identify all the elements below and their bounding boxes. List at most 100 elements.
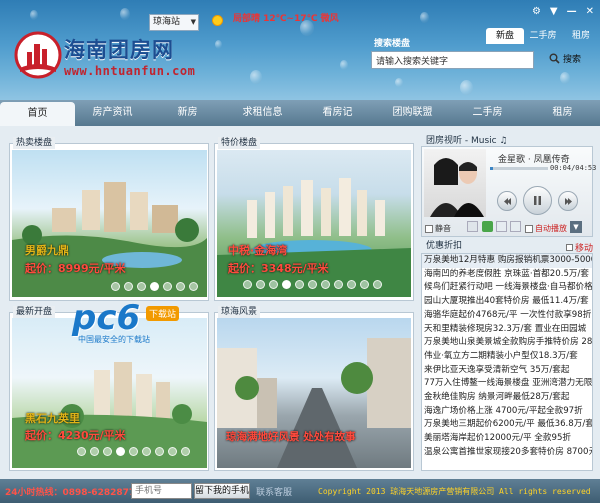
logo-url: www.hntuanfun.com bbox=[64, 64, 196, 78]
news-item[interactable]: 万泉美地山泉美景城全款购房手推特价房 28万 bbox=[422, 336, 592, 350]
news-item[interactable]: 万泉美地12月特惠 购房报销机票3000-5000元 bbox=[422, 254, 592, 268]
news-item[interactable]: 伟业·氧立方二期精装小户型仅18.3万/套 bbox=[422, 350, 592, 364]
playlist-icon[interactable] bbox=[467, 221, 478, 232]
news-item[interactable]: 海逸广场价格上涨 4700元/平起全款97折 bbox=[422, 405, 592, 419]
player-dropdown-icon[interactable]: ▼ bbox=[570, 221, 582, 233]
news-item[interactable]: 美丽塔海岸起价12000元/平 全款95折 bbox=[422, 432, 592, 446]
carousel-dot[interactable] bbox=[269, 280, 278, 289]
search-label: 搜索楼盘 bbox=[374, 39, 411, 49]
footer: 24小时热线：0898-62828777 留下我的手机 联系客服 Copyrig… bbox=[0, 479, 600, 503]
carousel-dot-active[interactable] bbox=[282, 280, 291, 289]
logo-icon bbox=[14, 31, 62, 79]
carousel-dot[interactable] bbox=[176, 282, 185, 291]
singer-illustration bbox=[430, 158, 484, 217]
tab-second-hand[interactable]: 二手房 bbox=[524, 28, 562, 44]
tab-rent[interactable]: 租房 bbox=[562, 28, 600, 44]
shuffle-icon[interactable] bbox=[496, 221, 507, 232]
nav-rent-request[interactable]: 求租信息 bbox=[225, 100, 300, 126]
carousel-dot[interactable] bbox=[129, 447, 138, 456]
carousel-dot[interactable] bbox=[77, 447, 86, 456]
carousel-dot[interactable] bbox=[137, 282, 146, 291]
scenery-panel-title: 琼海风景 bbox=[218, 306, 261, 318]
special-carousel-dots bbox=[243, 280, 382, 289]
mute-label: 静音 bbox=[435, 224, 451, 233]
nav-group-buy[interactable]: 团购联盟 bbox=[375, 100, 450, 126]
scenery-image[interactable] bbox=[217, 318, 411, 468]
carousel-dot[interactable] bbox=[321, 280, 330, 289]
news-item[interactable]: 万泉美地三期起价6200元/平 最低36.8万/套 bbox=[422, 418, 592, 432]
carousel-dot[interactable] bbox=[111, 282, 120, 291]
carousel-dot[interactable] bbox=[142, 447, 151, 456]
news-item[interactable]: 来伊比亚天逸享受清新空气 35万/套起 bbox=[422, 364, 592, 378]
prev-icon bbox=[504, 198, 511, 205]
carousel-dot[interactable] bbox=[360, 280, 369, 289]
news-item[interactable]: 候鸟们赶紧行动吧 一线海景楼盘·自马都价格 bbox=[422, 281, 592, 295]
carousel-dot[interactable] bbox=[373, 280, 382, 289]
contact-service-link[interactable]: 联系客服 bbox=[256, 485, 292, 498]
nav-house-tour[interactable]: 看房记 bbox=[300, 100, 375, 126]
city-select-value: 琼海站 bbox=[153, 17, 181, 27]
news-list: 万泉美地12月特惠 购房报销机票3000-5000元 海南凹的养老度假胜 京珠蓝… bbox=[421, 253, 593, 471]
news-item[interactable]: 金秋绝佳购房 纳景河畔最低28万/套起 bbox=[422, 391, 592, 405]
news-item[interactable]: 温泉公寓首推世家现接20多套特价房 8700元 bbox=[422, 446, 592, 460]
hotline: 24小时热线：0898-62828777 bbox=[5, 488, 142, 498]
logo-text: 海南团房网 bbox=[64, 38, 174, 62]
special-house-price: 起价：3348元/平米 bbox=[228, 262, 329, 275]
autoplay-checkbox[interactable]: 自动播放 bbox=[525, 223, 567, 234]
new-house-price: 起价：4230元/平米 bbox=[25, 429, 126, 442]
minimize-icon[interactable]: — bbox=[567, 6, 577, 18]
carousel-dot[interactable] bbox=[163, 282, 172, 291]
carousel-dot[interactable] bbox=[90, 447, 99, 456]
mute-checkbox[interactable]: 静音 bbox=[425, 223, 451, 234]
carousel-dot-active[interactable] bbox=[116, 447, 125, 456]
news-item[interactable]: 海骆华庭起价4768元/平 一次性付款享98折 bbox=[422, 309, 592, 323]
progress-bar[interactable] bbox=[490, 167, 548, 170]
carousel-dot[interactable] bbox=[256, 280, 265, 289]
search-button[interactable]: 搜索 bbox=[549, 52, 581, 65]
new-house-name: 黑石九英里 bbox=[25, 412, 80, 425]
city-select[interactable]: 琼海站 ▼ bbox=[149, 14, 199, 31]
search-button-label: 搜索 bbox=[563, 55, 582, 65]
nav-rent[interactable]: 租房 bbox=[525, 100, 600, 126]
carousel-dot[interactable] bbox=[181, 447, 190, 456]
settings-icon[interactable]: ⚙ bbox=[532, 6, 541, 18]
leave-phone-button[interactable]: 留下我的手机 bbox=[194, 483, 250, 499]
nav-second-hand[interactable]: 二手房 bbox=[450, 100, 525, 126]
window-controls: ⚙ ▼ — ✕ bbox=[532, 6, 594, 18]
main-nav: 首页 房产资讯 新房 求租信息 看房记 团购联盟 二手房 租房 bbox=[0, 100, 600, 126]
watermark-sub: 中国最安全的下载站 bbox=[78, 335, 150, 344]
tab-new-house[interactable]: 新盘 bbox=[486, 28, 524, 44]
hot-house-name: 男爵九鼎 bbox=[25, 244, 69, 257]
carousel-dot[interactable] bbox=[243, 280, 252, 289]
nav-home[interactable]: 首页 bbox=[0, 102, 75, 126]
news-item[interactable]: 77万入住博鳌一线海景楼盘 亚洲湾潜力无限 bbox=[422, 377, 592, 391]
close-icon[interactable]: ✕ bbox=[586, 6, 594, 18]
special-house-name: 中税·金海湾 bbox=[228, 244, 288, 257]
singer-photo bbox=[424, 149, 486, 217]
list-icon[interactable] bbox=[510, 221, 521, 232]
carousel-dot[interactable] bbox=[295, 280, 304, 289]
news-item[interactable]: 天和里精装修現房32.3万/套 置业在田园城 bbox=[422, 323, 592, 337]
news-item[interactable]: 园山大厦現推出40套特价房 最低11.4万/套 bbox=[422, 295, 592, 309]
carousel-dot[interactable] bbox=[347, 280, 356, 289]
menu-icon[interactable]: ▼ bbox=[550, 6, 558, 18]
repeat-icon[interactable] bbox=[482, 221, 493, 232]
carousel-dot[interactable] bbox=[334, 280, 343, 289]
nav-new-house[interactable]: 新房 bbox=[150, 100, 225, 126]
carousel-dot-active[interactable] bbox=[150, 282, 159, 291]
weather-sun-icon bbox=[212, 15, 223, 26]
progress-fill bbox=[490, 167, 494, 170]
carousel-dot[interactable] bbox=[168, 447, 177, 456]
checkbox-box bbox=[425, 224, 433, 233]
search-type-tabs: 新盘 二手房 租房 bbox=[486, 28, 600, 44]
phone-input[interactable] bbox=[131, 483, 192, 499]
hot-panel-title: 热卖楼盘 bbox=[13, 137, 56, 149]
carousel-dot[interactable] bbox=[124, 282, 133, 291]
search-input[interactable] bbox=[371, 51, 534, 69]
carousel-dot[interactable] bbox=[308, 280, 317, 289]
carousel-dot[interactable] bbox=[155, 447, 164, 456]
carousel-dot[interactable] bbox=[189, 282, 198, 291]
nav-news[interactable]: 房产资讯 bbox=[75, 100, 150, 126]
news-item[interactable]: 海南凹的养老度假胜 京珠蓝·首都20.5万/套 bbox=[422, 268, 592, 282]
carousel-dot[interactable] bbox=[103, 447, 112, 456]
